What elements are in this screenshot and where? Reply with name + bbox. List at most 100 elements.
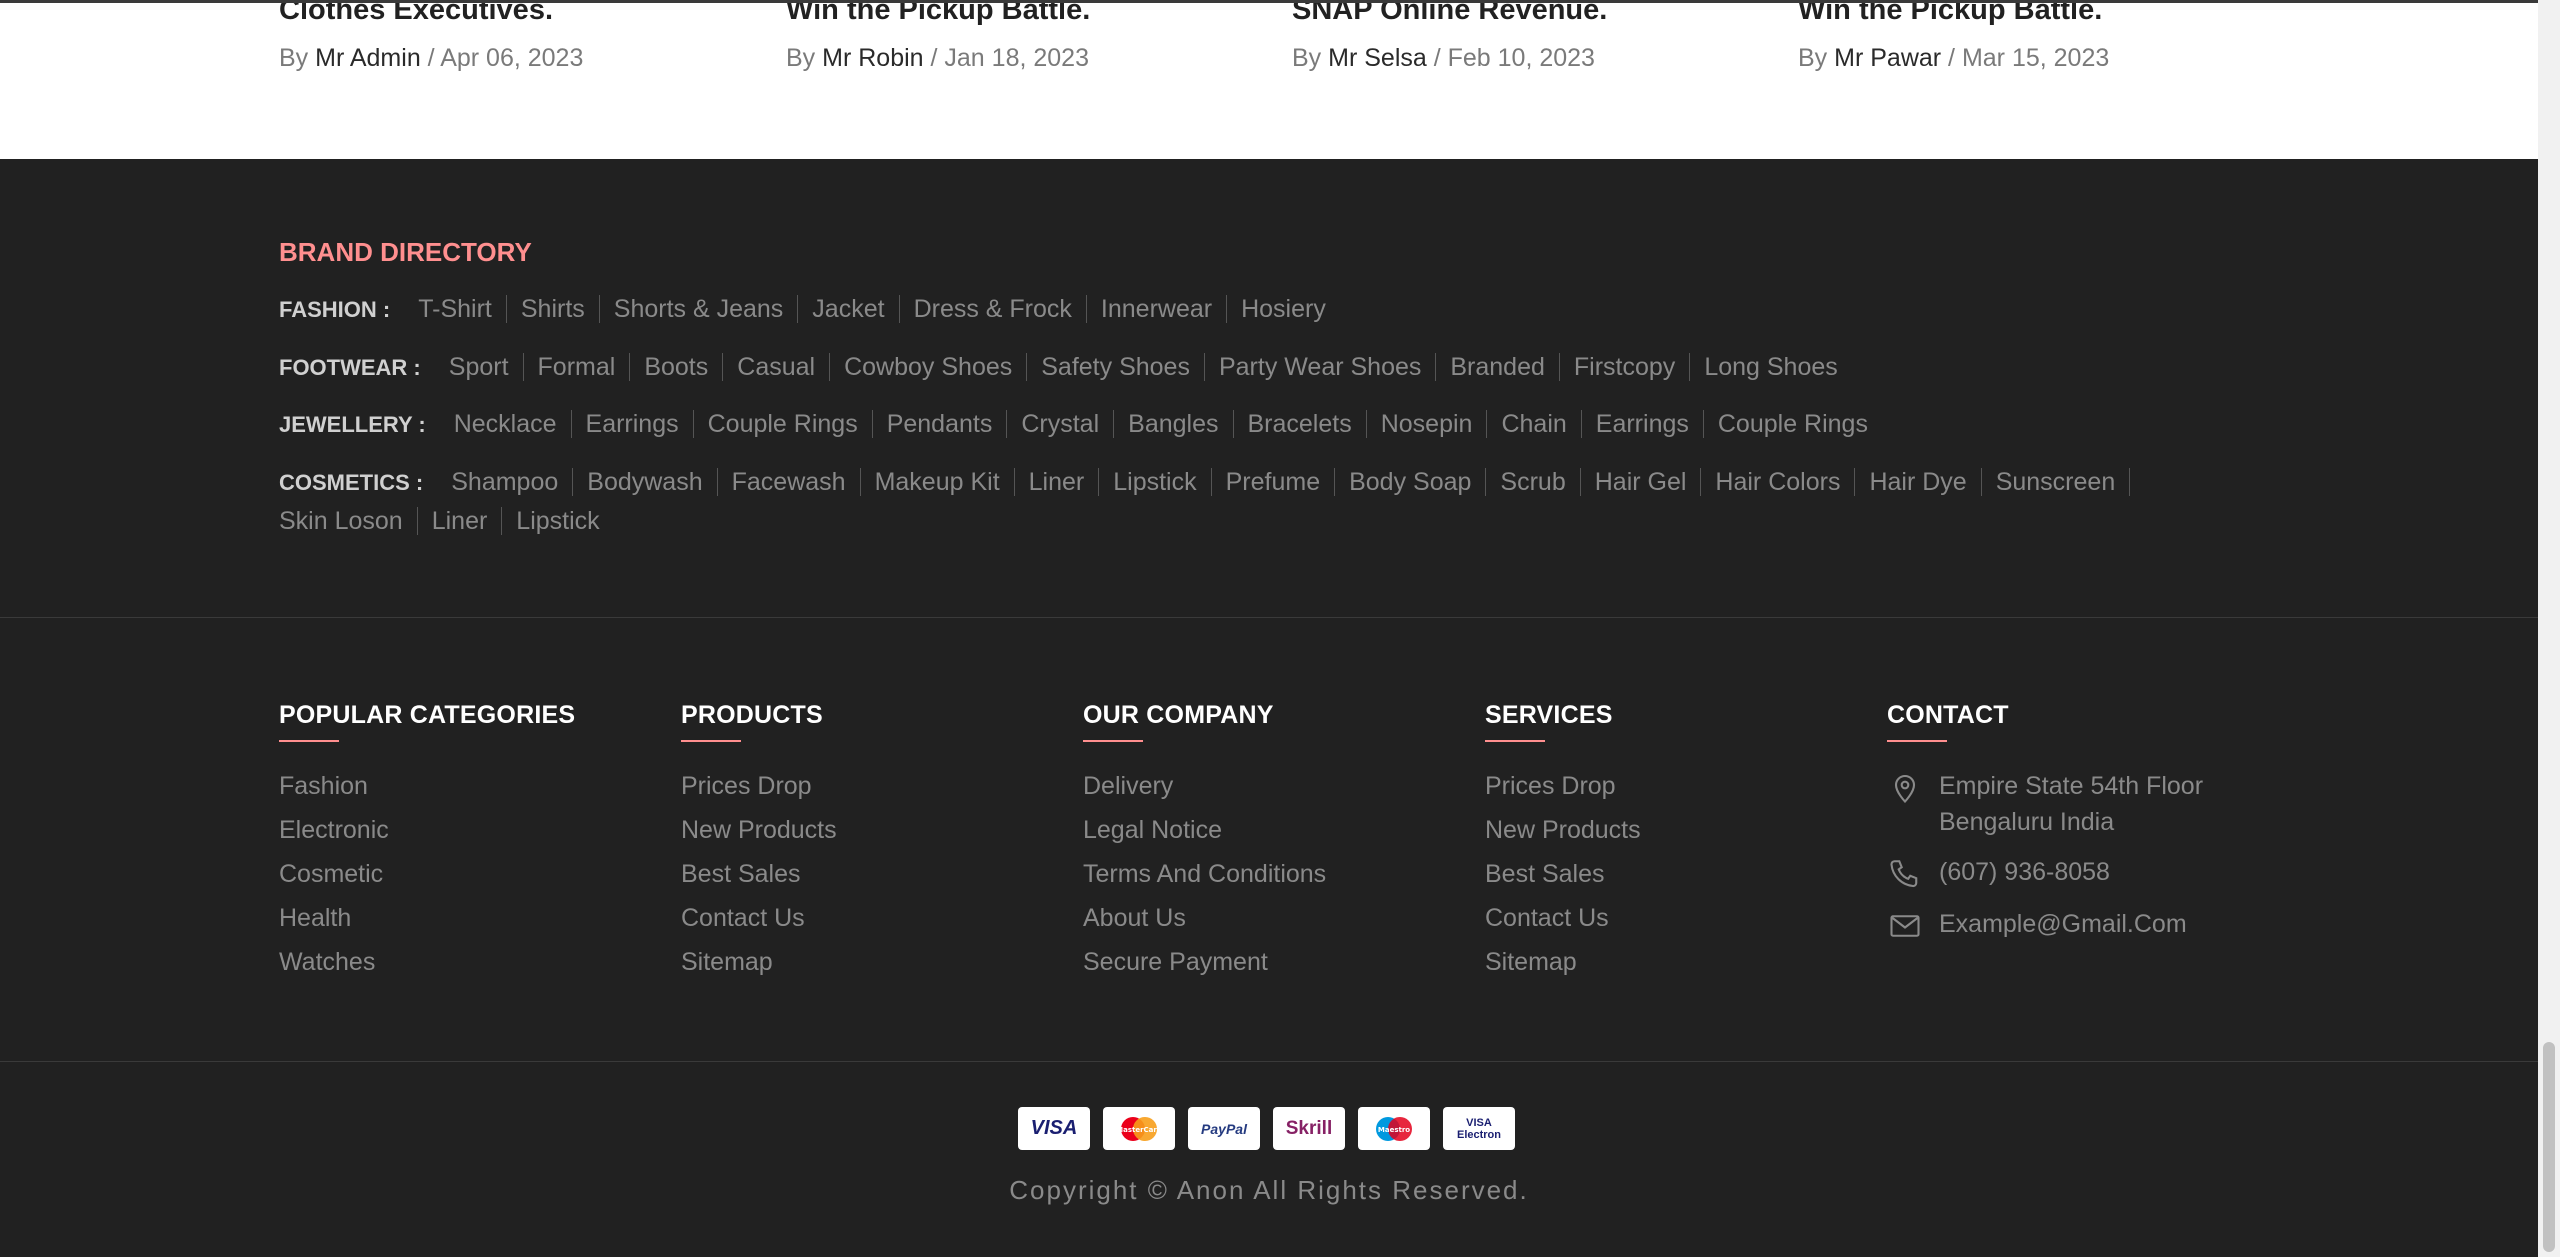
brand-link[interactable]: Sunscreen bbox=[1981, 468, 2131, 496]
brand-link[interactable]: Jacket bbox=[798, 295, 900, 323]
col-link[interactable]: New Products bbox=[681, 812, 837, 856]
col-link[interactable]: Best Sales bbox=[1485, 856, 1641, 900]
blog-date: Apr 06, 2023 bbox=[440, 44, 584, 72]
brand-link[interactable]: Sport bbox=[448, 353, 524, 381]
col-link[interactable]: Electronic bbox=[279, 812, 575, 856]
brand-link[interactable]: Shampoo bbox=[451, 468, 574, 496]
brand-link[interactable]: Couple Rings bbox=[693, 410, 873, 438]
mastercard-logo: MasterCard bbox=[1116, 1116, 1162, 1141]
footer: BRAND DIRECTORY FASHION : T-Shirt Shirts Sh… bbox=[0, 159, 2538, 1257]
scrollbar-thumb[interactable] bbox=[2543, 1042, 2555, 1252]
col-link[interactable]: Delivery bbox=[1083, 768, 1326, 812]
col-link[interactable]: Best Sales bbox=[681, 856, 837, 900]
skrill-logo: Skrill bbox=[1285, 1117, 1333, 1139]
col-link[interactable]: Prices Drop bbox=[681, 768, 837, 812]
brand-link[interactable]: Casual bbox=[723, 353, 831, 381]
blog-meta: By Mr Pawar / Mar 15, 2023 bbox=[1798, 44, 2110, 72]
contact-email: Example@Gmail.Com bbox=[1887, 906, 2279, 944]
brand-link[interactable]: Safety Shoes bbox=[1027, 353, 1205, 381]
brand-link[interactable]: Earrings bbox=[571, 410, 694, 438]
brand-link[interactable]: T-Shirt bbox=[418, 295, 507, 323]
brand-link[interactable]: Prefume bbox=[1211, 468, 1336, 496]
col-link[interactable]: Health bbox=[279, 900, 575, 944]
top-border bbox=[0, 0, 2538, 3]
brand-link[interactable]: Crystal bbox=[1007, 410, 1115, 438]
brand-link[interactable]: Pendants bbox=[872, 410, 1008, 438]
col-link[interactable]: Watches bbox=[279, 944, 575, 988]
col-link[interactable]: New Products bbox=[1485, 812, 1641, 856]
brand-link[interactable]: Liner bbox=[1014, 468, 1100, 496]
col-link[interactable]: About Us bbox=[1083, 900, 1326, 944]
brand-link[interactable]: Firstcopy bbox=[1559, 353, 1691, 381]
col-list: Empire State 54th Floor Bengaluru India … bbox=[1887, 768, 2279, 944]
brand-link[interactable]: Hair Colors bbox=[1701, 468, 1856, 496]
brand-link[interactable]: Bangles bbox=[1114, 410, 1234, 438]
brand-link[interactable]: Couple Rings bbox=[1704, 410, 1882, 438]
brand-link[interactable]: Boots bbox=[630, 353, 724, 381]
blog-author[interactable]: Mr Admin bbox=[315, 44, 421, 72]
brand-link[interactable]: Cowboy Shoes bbox=[830, 353, 1028, 381]
scrollbar[interactable] bbox=[2538, 0, 2560, 1257]
col-underline bbox=[681, 740, 741, 742]
contact-phone: (607) 936-8058 bbox=[1887, 854, 2279, 892]
brand-link[interactable]: Party Wear Shoes bbox=[1204, 353, 1437, 381]
blog-author[interactable]: Mr Pawar bbox=[1834, 44, 1941, 72]
blog-author[interactable]: Mr Selsa bbox=[1328, 44, 1427, 72]
brand-row-footwear: FOOTWEAR : Sport Formal Boots Casual Cowboy S… bbox=[279, 353, 1852, 382]
brand-link[interactable]: Earrings bbox=[1581, 410, 1704, 438]
brand-link[interactable]: Bracelets bbox=[1233, 410, 1367, 438]
contact-email-text[interactable]: Example@Gmail.Com bbox=[1939, 906, 2279, 942]
brand-link[interactable]: Shorts & Jeans bbox=[599, 295, 799, 323]
brand-link[interactable]: Hair Gel bbox=[1580, 468, 1702, 496]
brand-link[interactable]: Dress & Frock bbox=[899, 295, 1087, 323]
brand-link[interactable]: Scrub bbox=[1486, 468, 1581, 496]
brand-link[interactable]: Facewash bbox=[717, 468, 861, 496]
col-underline bbox=[1887, 740, 1947, 742]
brand-link[interactable]: Chain bbox=[1487, 410, 1582, 438]
payment-icon-visa-electron: VISA Electron bbox=[1443, 1107, 1515, 1150]
col-link[interactable]: Secure Payment bbox=[1083, 944, 1326, 988]
footer-col-categories: POPULAR CATEGORIES Fashion Electronic Co… bbox=[279, 701, 575, 988]
brand-link[interactable]: Hosiery bbox=[1227, 295, 1340, 323]
brand-link[interactable]: Lipstick bbox=[502, 507, 613, 535]
brand-link[interactable]: Skin Loson bbox=[279, 507, 418, 535]
col-link[interactable]: Sitemap bbox=[681, 944, 837, 988]
brand-link[interactable]: Lipstick bbox=[1099, 468, 1212, 496]
col-link[interactable]: Prices Drop bbox=[1485, 768, 1641, 812]
brand-link[interactable]: Long Shoes bbox=[1690, 353, 1851, 381]
brand-category: JEWELLERY : bbox=[279, 412, 426, 437]
col-link[interactable]: Terms And Conditions bbox=[1083, 856, 1326, 900]
svg-text:Maestro: Maestro bbox=[1378, 1126, 1410, 1134]
blog-author[interactable]: Mr Robin bbox=[822, 44, 923, 72]
blog-title[interactable]: Win the Pickup Battle. bbox=[786, 0, 1090, 27]
brand-link[interactable]: Makeup Kit bbox=[860, 468, 1015, 496]
col-link[interactable]: Cosmetic bbox=[279, 856, 575, 900]
blog-title[interactable]: Clothes Executives. bbox=[279, 0, 553, 27]
col-list: Fashion Electronic Cosmetic Health Watch… bbox=[279, 768, 575, 988]
col-list: Delivery Legal Notice Terms And Conditio… bbox=[1083, 768, 1326, 988]
blog-date: Jan 18, 2023 bbox=[944, 44, 1089, 72]
brand-link[interactable]: Shirts bbox=[506, 295, 600, 323]
brand-link[interactable]: Liner bbox=[417, 507, 503, 535]
blog-title[interactable]: Win the Pickup Battle. bbox=[1798, 0, 2102, 27]
brand-link[interactable]: Hair Dye bbox=[1855, 468, 1982, 496]
copyright-text: Copyright © Anon All Rights Reserved. bbox=[1009, 1175, 1529, 1205]
col-link[interactable]: Contact Us bbox=[681, 900, 837, 944]
col-link[interactable]: Fashion bbox=[279, 768, 575, 812]
col-underline bbox=[1083, 740, 1143, 742]
col-title: OUR COMPANY bbox=[1083, 701, 1274, 729]
brand-link[interactable]: Nosepin bbox=[1366, 410, 1488, 438]
brand-link[interactable]: Body Soap bbox=[1335, 468, 1487, 496]
contact-phone-text[interactable]: (607) 936-8058 bbox=[1939, 854, 2279, 890]
col-link[interactable]: Contact Us bbox=[1485, 900, 1641, 944]
payment-icon-mastercard: MasterCard bbox=[1103, 1107, 1175, 1150]
payment-icon-skrill: Skrill bbox=[1273, 1107, 1345, 1150]
brand-link[interactable]: Innerwear bbox=[1086, 295, 1228, 323]
blog-title[interactable]: SNAP Online Revenue. bbox=[1292, 0, 1607, 27]
brand-link[interactable]: Branded bbox=[1436, 353, 1560, 381]
col-link[interactable]: Legal Notice bbox=[1083, 812, 1326, 856]
brand-link[interactable]: Formal bbox=[523, 353, 631, 381]
brand-link[interactable]: Necklace bbox=[453, 410, 572, 438]
col-link[interactable]: Sitemap bbox=[1485, 944, 1641, 988]
brand-link[interactable]: Bodywash bbox=[573, 468, 718, 496]
